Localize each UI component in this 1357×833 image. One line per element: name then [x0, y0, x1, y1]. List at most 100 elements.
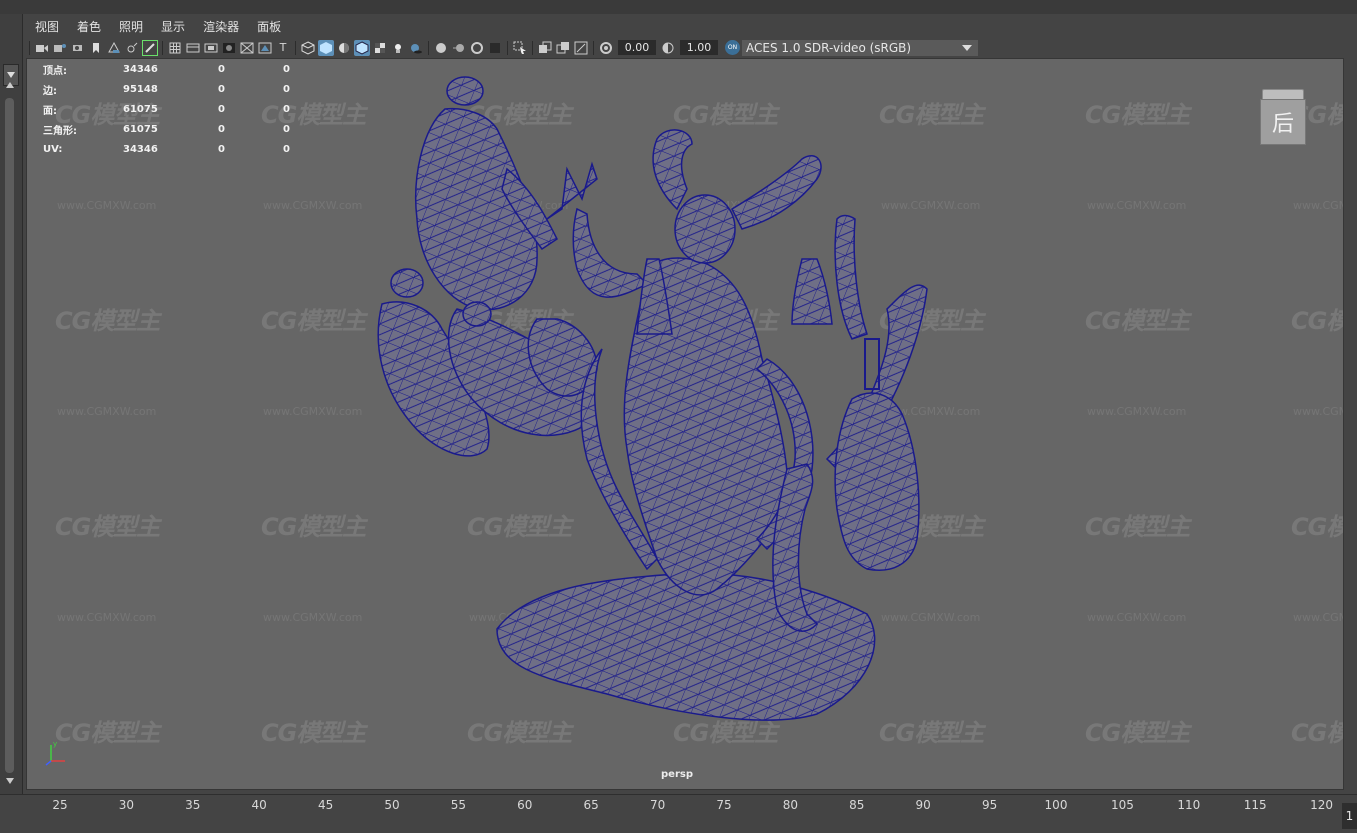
wireframe-model[interactable] [347, 69, 947, 729]
vertical-scrollbar[interactable] [5, 98, 14, 773]
hud-label: 三角形: [43, 125, 77, 137]
gamma-icon[interactable] [660, 40, 676, 56]
image-plane-icon[interactable] [106, 40, 122, 56]
time-slider-tick-label: 115 [1243, 798, 1267, 812]
time-slider-tick-label: 50 [384, 798, 400, 812]
xray-active-components-icon[interactable] [555, 40, 571, 56]
field-chart-icon[interactable] [239, 40, 255, 56]
xray-icon[interactable] [537, 40, 553, 56]
menu-renderer[interactable]: 渲染器 [194, 18, 248, 35]
bookmark-camera-icon[interactable] [70, 40, 86, 56]
watermark-logo: CG模型主 [55, 307, 160, 335]
time-slider-tick-label: 25 [52, 798, 68, 812]
scroll-down-arrow-icon[interactable] [6, 778, 14, 784]
toolbar-separator [295, 40, 296, 55]
hud-selected: 0 [218, 83, 225, 95]
snapshot-icon[interactable] [124, 40, 140, 56]
film-gate-icon[interactable] [185, 40, 201, 56]
time-slider-tick-label: 75 [716, 798, 732, 812]
watermark-url: www.CGMXW.com [57, 611, 157, 624]
watermark-url: www.CGMXW.com [57, 405, 157, 418]
time-slider-tick-label: 80 [782, 798, 799, 812]
hud-row-triangles: 三角形: 61075 0 0 [43, 119, 348, 139]
time-slider-tick-label: 100 [1044, 798, 1068, 812]
current-frame-field[interactable]: 1 [1342, 803, 1357, 829]
time-slider-tick-label: 40 [251, 798, 267, 812]
grease-pencil-icon[interactable] [142, 39, 158, 56]
toolbar-separator [593, 40, 594, 55]
perspective-viewport[interactable]: CG模型主 www.CGMXW.com CG模型主 www.CGMXW.com CG模型… [26, 58, 1344, 790]
use-all-lights-icon[interactable] [390, 40, 406, 56]
watermark-url: www.CGMXW.com [1293, 199, 1343, 212]
watermark-url: www.CGMXW.com [1293, 405, 1343, 418]
anti-aliasing-icon[interactable] [469, 40, 485, 56]
watermark-logo: CG模型主 [1291, 719, 1343, 747]
resolution-gate-icon[interactable] [203, 40, 219, 56]
time-slider[interactable]: 25 30 35 40 45 50 55 60 65 70 75 80 85 90 95 100 105 110 1… [0, 794, 1357, 833]
toolbar-separator [29, 40, 30, 55]
exposure-icon[interactable] [598, 40, 614, 56]
isolate-select-icon[interactable] [512, 40, 528, 56]
axis-gizmo-icon: y [45, 740, 65, 766]
hud-selected: 0 [218, 143, 225, 155]
textured-icon[interactable] [372, 40, 388, 56]
time-slider-tick-label: 45 [317, 798, 334, 812]
watermark-url: www.CGMXW.com [57, 199, 157, 212]
gate-mask-icon[interactable] [221, 40, 237, 56]
motion-blur-icon[interactable] [451, 40, 467, 56]
camera-icon[interactable] [34, 40, 50, 56]
grid-icon[interactable] [167, 40, 183, 56]
smooth-shade-icon[interactable] [318, 39, 334, 56]
menu-show[interactable]: 显示 [152, 18, 194, 35]
time-slider-tick-label: 105 [1110, 798, 1134, 812]
default-material-icon[interactable] [336, 40, 352, 56]
camera-name-label: persp [661, 769, 693, 780]
top-strip [0, 0, 1357, 14]
hud-selected: 0 [218, 63, 225, 75]
view-cube[interactable]: 后 [1258, 89, 1306, 145]
time-slider-tick-label: 30 [118, 798, 135, 812]
time-slider-tick-label: 95 [981, 798, 998, 812]
svg-text:y: y [53, 740, 57, 748]
wireframe-on-shaded-icon[interactable] [354, 39, 370, 56]
hud-component: 0 [283, 83, 290, 95]
hud-value: 61075 [123, 103, 158, 115]
hud-value: 61075 [123, 123, 158, 135]
hud-component: 0 [283, 63, 290, 75]
bookmark-icon[interactable] [88, 40, 104, 56]
poly-count-hud: 顶点: 34346 0 0 边: 95148 0 0 面: 61075 0 0 … [43, 59, 348, 159]
hud-row-uvs: UV: 34346 0 0 [43, 139, 348, 159]
watermark-url: www.CGMXW.com [1293, 611, 1343, 624]
screen-space-ao-icon[interactable] [433, 40, 449, 56]
safe-action-icon[interactable] [257, 40, 273, 56]
hud-selected: 0 [218, 123, 225, 135]
menu-panels[interactable]: 面板 [248, 18, 290, 35]
colorspace-toggle-icon[interactable]: ON [725, 40, 740, 55]
exposure-field[interactable]: 0.00 [618, 40, 656, 55]
view-cube-back-face[interactable]: 后 [1260, 99, 1306, 145]
colorspace-dropdown[interactable]: ACES 1.0 SDR-video (sRGB) [742, 39, 978, 56]
hud-label: 顶点: [43, 65, 67, 77]
camera-attributes-icon[interactable] [52, 40, 68, 56]
left-side-panel [0, 14, 23, 794]
gamma-field[interactable]: 1.00 [680, 40, 718, 55]
toolbar-separator [507, 40, 508, 55]
scroll-up-arrow-icon[interactable] [6, 82, 14, 88]
safe-title-icon[interactable]: T [275, 40, 291, 56]
wireframe-icon[interactable] [300, 40, 316, 56]
hud-label: UV: [43, 143, 63, 155]
chevron-down-icon [962, 44, 972, 51]
xray-joints-icon[interactable] [573, 40, 589, 56]
time-slider-tick-label: 70 [649, 798, 666, 812]
shadows-icon[interactable] [408, 40, 424, 56]
panel-toolbar: T 0.00 1.00 ON ACES 1.0 SDR-video (sRGB) [26, 37, 1346, 58]
menu-view[interactable]: 视图 [26, 18, 68, 35]
watermark-logo: CG模型主 [1085, 719, 1190, 747]
menu-shading[interactable]: 着色 [68, 18, 110, 35]
toolbar-separator [428, 40, 429, 55]
time-slider-tick-label: 60 [517, 798, 533, 812]
time-slider-tick-label: 110 [1177, 798, 1201, 812]
colorspace-label: ACES 1.0 SDR-video (sRGB) [746, 40, 912, 55]
menu-lighting[interactable]: 照明 [110, 18, 152, 35]
depth-of-field-icon[interactable] [487, 40, 503, 56]
